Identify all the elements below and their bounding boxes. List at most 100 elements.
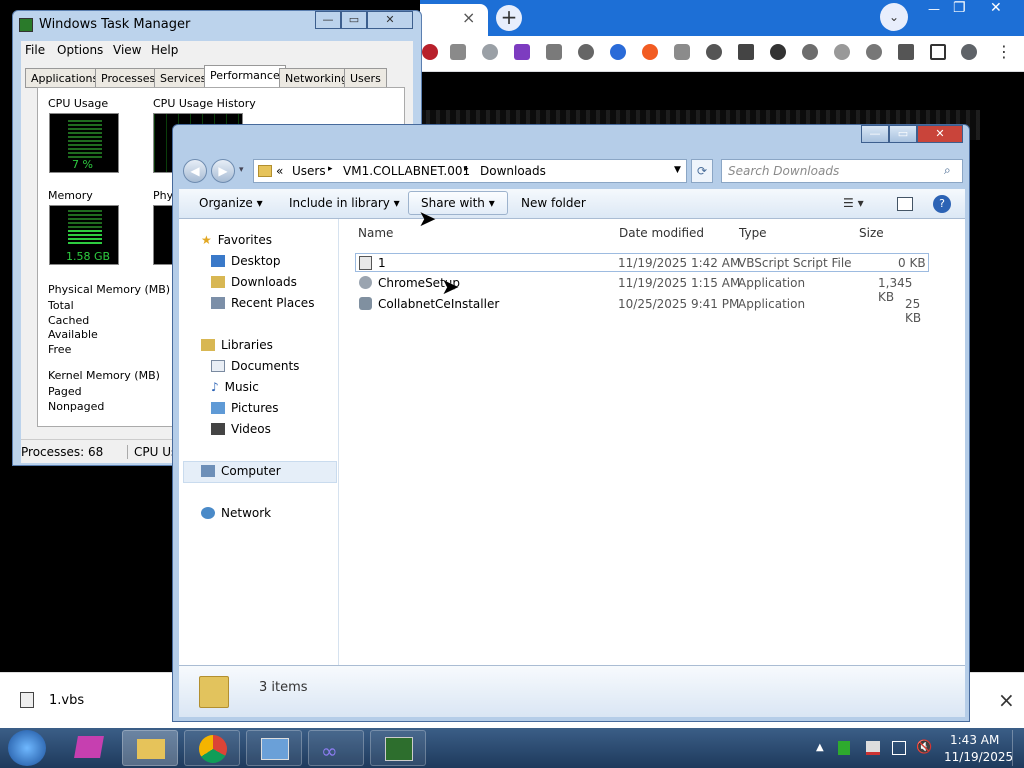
explorer-close-button[interactable]: ✕ (917, 125, 963, 143)
download-item-name[interactable]: 1.vbs (49, 693, 84, 708)
tab-applications[interactable]: Applications (25, 68, 105, 88)
nav-videos[interactable]: Videos (211, 422, 271, 436)
taskbar-chrome[interactable] (184, 730, 240, 766)
status-processes: Processes: 68 (21, 445, 104, 459)
refresh-button[interactable]: ⟳ (691, 159, 713, 183)
explorer-maximize-button[interactable]: ▭ (889, 125, 917, 143)
item-count: 3 items (259, 680, 308, 695)
tab-processes[interactable]: Processes (95, 68, 162, 88)
chrome-maximize-button[interactable]: ❐ (953, 0, 966, 16)
breadcrumb-overflow[interactable]: « (276, 164, 283, 178)
address-dropdown-icon[interactable]: ▼ (674, 165, 681, 175)
fire-icon[interactable] (642, 44, 658, 60)
clock-date[interactable]: 11/19/2025 (944, 750, 1013, 764)
camera-icon[interactable] (450, 44, 466, 60)
nav-downloads[interactable]: Downloads (211, 275, 297, 289)
menu-options[interactable]: Options (57, 43, 103, 57)
task-manager-maximize-button[interactable]: ▭ (341, 11, 367, 29)
taskbar-infinity-app[interactable]: ∞ (308, 730, 364, 766)
taskbar-control-panel[interactable] (246, 730, 302, 766)
breadcrumb-downloads[interactable]: Downloads (480, 164, 546, 178)
back-button[interactable]: ◀ (183, 159, 207, 183)
chrome-new-tab-button[interactable]: + (496, 5, 522, 31)
taskbar-app-launcher[interactable] (62, 730, 118, 766)
menu-help[interactable]: Help (151, 43, 178, 57)
search-icon[interactable]: ⌕ (944, 163, 951, 178)
explorer-minimize-button[interactable]: — (861, 125, 889, 143)
show-desktop-button[interactable] (1012, 730, 1022, 766)
planet-icon[interactable] (802, 44, 818, 60)
preview-pane-icon[interactable] (897, 197, 913, 211)
rocket-icon[interactable] (834, 44, 850, 60)
chrome-close-button[interactable]: ✕ (990, 0, 1002, 16)
triangle-icon[interactable] (738, 44, 754, 60)
sidepanel-icon[interactable] (930, 44, 946, 60)
puzzle-icon[interactable] (898, 44, 914, 60)
nav-recent-places[interactable]: Recent Places (211, 296, 314, 310)
robot-icon[interactable] (706, 44, 722, 60)
chrome-active-tab[interactable] (420, 4, 488, 36)
download-bar-close-button[interactable]: × (998, 688, 1015, 712)
column-size[interactable]: Size (859, 226, 884, 240)
flag-alert-icon[interactable] (866, 741, 880, 755)
column-date-modified[interactable]: Date modified (619, 226, 704, 240)
folder-icon (258, 165, 272, 177)
nav-libraries[interactable]: Libraries (201, 338, 273, 352)
network-tray-icon[interactable] (892, 741, 906, 755)
chrome-minimize-button[interactable]: — (928, 2, 940, 16)
table-row[interactable]: 1 11/19/2025 1:42 AM VBScript Script Fil… (355, 253, 929, 272)
tab-performance[interactable]: Performance (204, 65, 286, 88)
nav-computer[interactable]: Computer (201, 464, 281, 478)
nav-desktop-label: Desktop (231, 254, 281, 268)
nav-network[interactable]: Network (201, 506, 271, 520)
search-input[interactable]: Search Downloads (728, 164, 839, 178)
nav-desktop[interactable]: Desktop (211, 254, 281, 268)
taskbar-task-manager[interactable] (370, 730, 426, 766)
shield-icon[interactable] (482, 44, 498, 60)
volume-muted-icon[interactable]: 🔇 (916, 740, 932, 755)
start-button[interactable] (8, 730, 46, 766)
tab-users[interactable]: Users (344, 68, 387, 88)
breadcrumb-users[interactable]: Users (292, 164, 326, 178)
slash-icon[interactable] (866, 44, 882, 60)
show-hidden-icons-icon[interactable]: ▲ (816, 742, 824, 753)
extension-red-icon[interactable] (422, 44, 438, 60)
bug-icon[interactable] (610, 44, 626, 60)
file-type: VBScript Script File (738, 256, 852, 270)
new-folder-button[interactable]: New folder (521, 196, 586, 210)
chrome-tab-search-button[interactable]: ⌄ (880, 3, 908, 31)
organize-button[interactable]: Organize ▾ (199, 196, 263, 210)
nav-music[interactable]: ♪ Music (211, 380, 259, 394)
phys-available-label: Available (48, 328, 98, 341)
nav-documents[interactable]: Documents (211, 359, 299, 373)
tab-networking[interactable]: Networking (279, 68, 354, 88)
chrome-tab-close-button[interactable]: × (462, 8, 475, 27)
column-name[interactable]: Name (358, 226, 393, 240)
address-bar[interactable]: « Users ▸ VM1.COLLABNET.001 ▸ Downloads … (253, 159, 687, 183)
search-box[interactable]: Search Downloads ⌕ (721, 159, 963, 183)
menu-view[interactable]: View (113, 43, 141, 57)
breadcrumb-user-folder[interactable]: VM1.COLLABNET.001 (343, 164, 470, 178)
forward-button[interactable]: ▶ (211, 159, 235, 183)
tray-app-icon[interactable] (838, 741, 850, 755)
taskbar-explorer[interactable] (122, 730, 178, 766)
help-icon[interactable]: ? (933, 195, 951, 213)
chrome-menu-icon[interactable]: ⋮ (996, 42, 1012, 61)
view-options-icon[interactable]: ☰ ▾ (843, 196, 864, 210)
recent-places-icon (211, 297, 225, 309)
clock-time[interactable]: 1:43 AM (950, 733, 999, 747)
profile-avatar-icon[interactable] (961, 44, 977, 60)
recent-pages-dropdown[interactable]: ▾ (239, 165, 244, 175)
task-manager-minimize-button[interactable]: — (315, 11, 341, 29)
nav-pictures[interactable]: Pictures (211, 401, 279, 415)
menu-file[interactable]: File (25, 43, 45, 57)
database-icon[interactable] (674, 44, 690, 60)
task-manager-close-button[interactable]: ✕ (367, 11, 413, 29)
column-type[interactable]: Type (739, 226, 767, 240)
include-in-library-button[interactable]: Include in library ▾ (289, 196, 400, 210)
circle-icon[interactable] (770, 44, 786, 60)
extension-purple-icon[interactable] (514, 44, 530, 60)
shield-badge-icon[interactable] (578, 44, 594, 60)
nav-favorites[interactable]: ★ Favorites (201, 233, 272, 247)
lock-extension-icon[interactable] (546, 44, 562, 60)
